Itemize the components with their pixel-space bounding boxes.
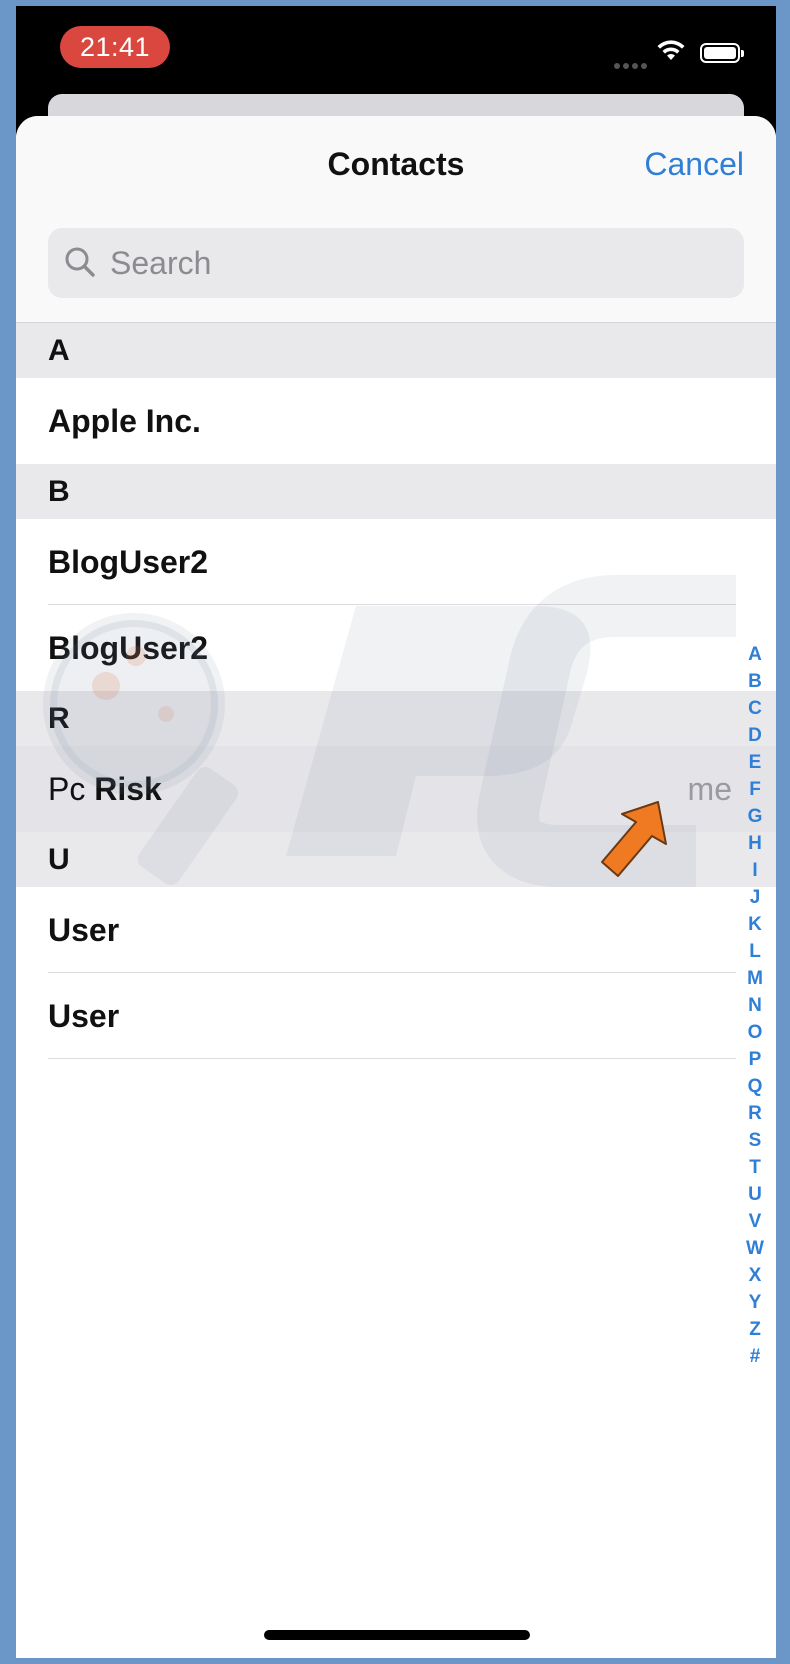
pointer-arrow-icon [601,801,667,877]
contacts-sheet: Contacts Cancel A Apple Inc. B BlogUser2 [16,116,776,1658]
index-letter[interactable]: Q [742,1073,768,1100]
contact-name: BlogUser2 [48,544,209,580]
index-letter[interactable]: H [742,830,768,857]
index-letter[interactable]: A [742,641,768,668]
index-letter[interactable]: G [742,803,768,830]
row-divider [48,1058,736,1059]
contact-first-name: Pc [48,771,86,807]
index-letter[interactable]: F [742,776,768,803]
contact-row[interactable]: User [16,973,776,1059]
wifi-icon [657,40,685,60]
index-letter[interactable]: T [742,1154,768,1181]
index-letter[interactable]: # [742,1343,768,1370]
contact-name: BlogUser2 [48,630,209,666]
index-letter[interactable]: V [742,1208,768,1235]
cellular-signal-icon [614,56,650,74]
index-letter[interactable]: D [742,722,768,749]
index-letter[interactable]: M [742,965,768,992]
me-badge: me [687,771,732,807]
home-indicator[interactable] [264,1630,530,1640]
section-header-a: A [16,323,776,378]
index-letter[interactable]: C [742,695,768,722]
search-input[interactable] [110,228,710,298]
contact-name: Apple Inc. [48,403,201,439]
contact-name: User [48,998,120,1034]
index-letter[interactable]: Y [742,1289,768,1316]
index-letter[interactable]: P [742,1046,768,1073]
index-letter[interactable]: J [742,884,768,911]
sheet-header: Contacts Cancel [16,116,776,323]
index-letter[interactable]: I [742,857,768,884]
contact-row[interactable]: BlogUser2 [16,605,776,691]
phone-screen: 21:41 Contacts Cancel A [16,6,776,1658]
index-letter[interactable]: U [742,1181,768,1208]
index-letter[interactable]: S [742,1127,768,1154]
search-icon [65,247,95,277]
section-header-b: B [16,464,776,519]
index-letter[interactable]: R [742,1100,768,1127]
index-letter[interactable]: W [742,1235,768,1262]
index-letter[interactable]: Z [742,1316,768,1343]
contact-row[interactable]: BlogUser2 [16,519,776,605]
status-time[interactable]: 21:41 [60,26,170,68]
contact-last-name: Risk [94,771,162,807]
index-letter[interactable]: N [742,992,768,1019]
cancel-button[interactable]: Cancel [644,146,744,183]
contact-row[interactable]: User [16,887,776,973]
index-letter[interactable]: B [742,668,768,695]
index-letter[interactable]: E [742,749,768,776]
contacts-list: A Apple Inc. B BlogUser2 BlogUser2 R Pc … [16,323,776,1059]
section-index-bar[interactable]: A B C D E F G H I J K L M N O P Q R S T U V W X Y Z # [742,641,768,1370]
index-letter[interactable]: O [742,1019,768,1046]
battery-icon [700,43,744,63]
index-letter[interactable]: L [742,938,768,965]
contact-row[interactable]: Apple Inc. [16,378,776,464]
index-letter[interactable]: X [742,1262,768,1289]
contact-name: User [48,912,120,948]
search-field[interactable] [48,228,744,298]
index-letter[interactable]: K [742,911,768,938]
section-header-r: R [16,691,776,746]
